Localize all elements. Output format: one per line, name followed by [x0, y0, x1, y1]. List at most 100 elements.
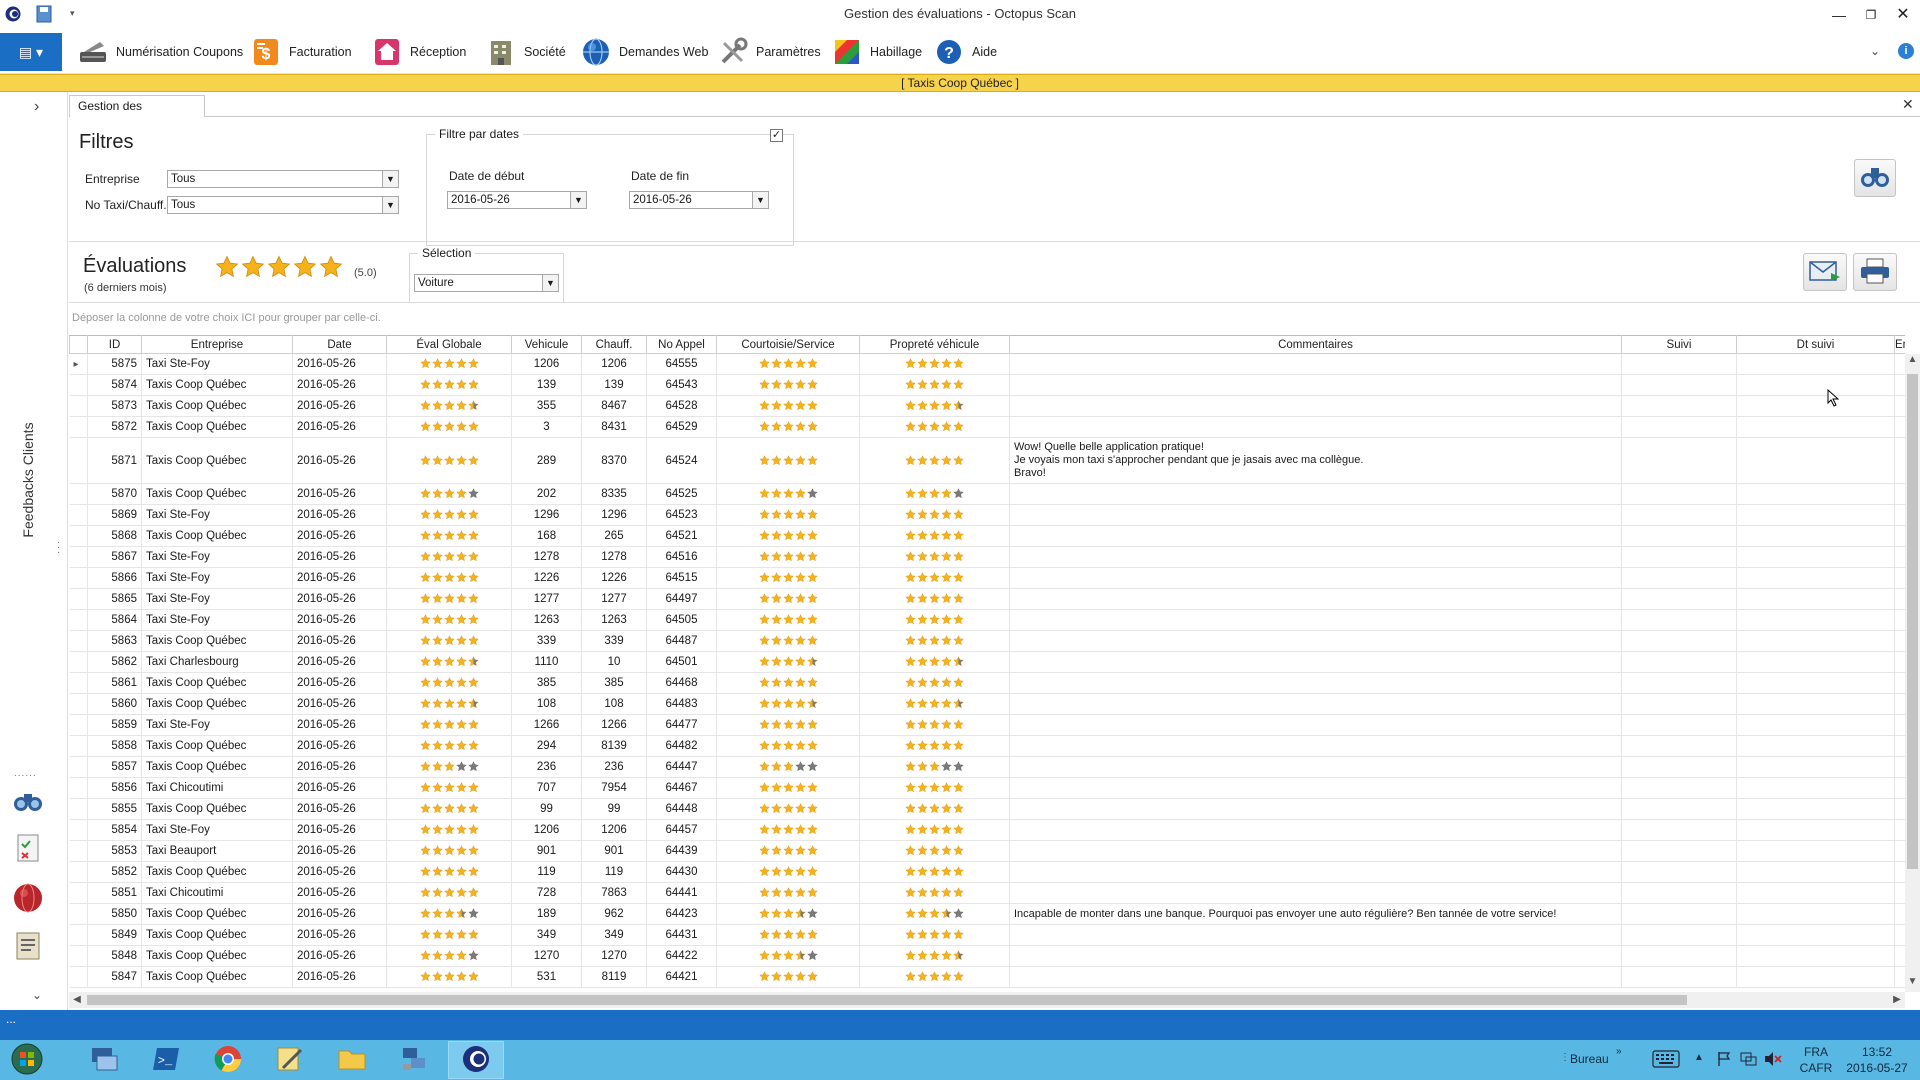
- column-header-no-appel[interactable]: No Appel: [646, 335, 717, 354]
- desktop-toolbar-label[interactable]: Bureau: [1570, 1052, 1609, 1080]
- table-row[interactable]: 5859 Taxi Ste-Foy 2016-05-26 1266 1266 64477: [69, 714, 1905, 736]
- splitter-grip-icon[interactable]: · · ·: [57, 538, 61, 558]
- horizontal-scrollbar[interactable]: ◀ ▶: [69, 992, 1905, 1008]
- column-header-date[interactable]: Date: [292, 335, 387, 354]
- start-button[interactable]: [8, 1042, 46, 1078]
- column-header-proprete[interactable]: Propreté véhicule: [859, 335, 1010, 354]
- column-header-commentaires[interactable]: Commentaires: [1009, 335, 1622, 354]
- table-row[interactable]: 5850 Taxis Coop Québec 2016-05-26 189 962 644…: [69, 903, 1905, 925]
- feedbacks-clients-tab[interactable]: Feedbacks Clients: [8, 392, 48, 602]
- table-row[interactable]: 5870 Taxis Coop Québec 2016-05-26 202 8335 64…: [69, 483, 1905, 505]
- calendar-dropdown-icon[interactable]: ▼: [570, 192, 586, 208]
- globe-red-icon[interactable]: [12, 882, 44, 914]
- scroll-left-arrow-icon[interactable]: ◀: [69, 992, 85, 1008]
- scroll-right-arrow-icon[interactable]: ▶: [1889, 992, 1905, 1008]
- column-header-entreprise[interactable]: Entreprise: [141, 335, 293, 354]
- collapse-ribbon-icon[interactable]: ⌄: [1870, 44, 1880, 58]
- table-row[interactable]: 5866 Taxi Ste-Foy 2016-05-26 1226 1226 64515: [69, 567, 1905, 589]
- language-indicator[interactable]: FRA CAFR: [1798, 1044, 1834, 1080]
- column-header-suivi[interactable]: Suivi: [1621, 335, 1737, 354]
- tab-gestion-evaluations[interactable]: Gestion des évaluations: [69, 95, 205, 133]
- table-row[interactable]: 5864 Taxi Ste-Foy 2016-05-26 1263 1263 64505: [69, 609, 1905, 631]
- column-header-chauff[interactable]: Chauff.: [581, 335, 647, 354]
- menu-habillage[interactable]: Habillage: [832, 34, 922, 70]
- binoculars-icon[interactable]: [12, 784, 44, 816]
- scroll-down-arrow-icon[interactable]: ▼: [1905, 976, 1920, 992]
- volume-muted-icon[interactable]: [1764, 1051, 1782, 1080]
- chevron-down-icon[interactable]: ▼: [542, 275, 558, 291]
- close-tab-icon[interactable]: ✕: [1902, 96, 1914, 113]
- date-start-picker[interactable]: 2016-05-26 ▼: [447, 191, 587, 209]
- flag-icon[interactable]: [1716, 1051, 1732, 1080]
- checklist-icon[interactable]: [12, 832, 44, 864]
- table-row[interactable]: 5873 Taxis Coop Québec 2016-05-26 355 8467 64…: [69, 395, 1905, 417]
- print-button[interactable]: [1853, 253, 1897, 291]
- taskbar-powershell[interactable]: >_: [138, 1041, 194, 1079]
- table-row[interactable]: 5875Taxi Ste-Foy2016-05-261206120664555: [69, 353, 1905, 375]
- menu-societe[interactable]: Société: [486, 34, 566, 70]
- table-row[interactable]: 5861 Taxis Coop Québec 2016-05-26 385 385 644…: [69, 672, 1905, 694]
- scroll-down-icon[interactable]: ⌄: [32, 988, 42, 1002]
- column-header-courtoisie[interactable]: Courtoisie/Service: [716, 335, 860, 354]
- menu-aide[interactable]: ? Aide: [934, 34, 997, 70]
- report-icon[interactable]: [12, 930, 44, 962]
- search-button[interactable]: [1854, 159, 1896, 197]
- menu-numerisation-coupons[interactable]: Numérisation Coupons: [78, 34, 243, 70]
- taxi-select[interactable]: Tous ▼: [167, 196, 399, 214]
- taskbar-remote-desktop[interactable]: [76, 1041, 132, 1079]
- column-header-eml[interactable]: Eml E: [1894, 335, 1905, 354]
- table-row[interactable]: 5849 Taxis Coop Québec 2016-05-26 349 349 644…: [69, 924, 1905, 946]
- email-export-button[interactable]: [1803, 253, 1847, 291]
- tray-expand-icon[interactable]: ▲: [1694, 1052, 1704, 1080]
- toolbar-grip-icon[interactable]: ⋮: [1560, 1040, 1570, 1080]
- table-row[interactable]: 5847 Taxis Coop Québec 2016-05-26 531 8119 64…: [69, 966, 1905, 988]
- table-row[interactable]: 5853 Taxi Beauport 2016-05-26 901 901 64439: [69, 840, 1905, 862]
- taskbar-chrome[interactable]: [200, 1041, 256, 1079]
- entreprise-select[interactable]: Tous ▼: [167, 170, 399, 188]
- table-row[interactable]: 5869 Taxi Ste-Foy 2016-05-26 1296 1296 64523: [69, 504, 1905, 526]
- table-row[interactable]: 5860 Taxis Coop Québec 2016-05-26 108 108 644…: [69, 693, 1905, 715]
- vertical-scrollbar[interactable]: ▲ ▼: [1905, 354, 1920, 992]
- taskbar-file-explorer[interactable]: [324, 1041, 380, 1079]
- menu-reception[interactable]: Réception: [372, 34, 466, 70]
- scroll-thumb[interactable]: [87, 995, 1687, 1005]
- column-header-dt-suivi[interactable]: Dt suivi: [1736, 335, 1895, 354]
- table-row[interactable]: 5874 Taxis Coop Québec 2016-05-26 139 139 645…: [69, 374, 1905, 396]
- info-icon[interactable]: i: [1898, 43, 1914, 59]
- table-row[interactable]: 5852 Taxis Coop Québec 2016-05-26 119 119 644…: [69, 861, 1905, 883]
- column-header-id[interactable]: ID: [87, 335, 142, 354]
- column-header-vehicule[interactable]: Vehicule: [511, 335, 582, 354]
- table-row[interactable]: 5856 Taxi Chicoutimi 2016-05-26 707 7954 6446…: [69, 777, 1905, 799]
- table-row[interactable]: 5855 Taxis Coop Québec 2016-05-26 99 99 64448: [69, 798, 1905, 820]
- table-row[interactable]: 5862 Taxi Charlesbourg 2016-05-26 1110 10 645…: [69, 651, 1905, 673]
- restore-button[interactable]: ❐: [1856, 4, 1886, 26]
- table-row[interactable]: 5858 Taxis Coop Québec 2016-05-26 294 8139 64…: [69, 735, 1905, 757]
- table-row[interactable]: 5851 Taxi Chicoutimi 2016-05-26 728 7863 6444…: [69, 882, 1905, 904]
- minimize-button[interactable]: —: [1824, 4, 1854, 26]
- table-row[interactable]: 5848 Taxis Coop Québec 2016-05-26 1270 1270 6…: [69, 945, 1905, 967]
- network-tray-icon[interactable]: [1740, 1051, 1758, 1080]
- table-row[interactable]: 5872 Taxis Coop Québec 2016-05-26 3 8431 6452…: [69, 416, 1905, 438]
- taskbar-octopus-scan[interactable]: [448, 1041, 504, 1079]
- menu-demandes-web[interactable]: Demandes Web: [581, 34, 708, 70]
- table-row[interactable]: 5865 Taxi Ste-Foy 2016-05-26 1277 1277 64497: [69, 588, 1905, 610]
- toolbar-expand-icon[interactable]: »: [1616, 1046, 1622, 1080]
- table-row[interactable]: 5867 Taxi Ste-Foy 2016-05-26 1278 1278 64516: [69, 546, 1905, 568]
- menu-parametres[interactable]: Paramètres: [718, 34, 821, 70]
- table-row[interactable]: 5857 Taxis Coop Québec 2016-05-26 236 236 644…: [69, 756, 1905, 778]
- taskbar-tools[interactable]: [262, 1041, 318, 1079]
- taskbar-network[interactable]: [386, 1041, 442, 1079]
- expand-panel-icon[interactable]: ›: [34, 98, 39, 116]
- table-row[interactable]: 5863 Taxis Coop Québec 2016-05-26 339 339 644…: [69, 630, 1905, 652]
- menu-facturation[interactable]: $ Facturation: [251, 34, 352, 70]
- date-filter-checkbox[interactable]: ✓: [770, 129, 783, 142]
- table-row[interactable]: 5871 Taxis Coop Québec 2016-05-26 289 8370 64…: [69, 437, 1905, 484]
- column-header-eval-globale[interactable]: Éval Globale: [386, 335, 512, 354]
- close-window-button[interactable]: ✕: [1888, 4, 1918, 26]
- table-row[interactable]: 5868 Taxis Coop Québec 2016-05-26 168 265 645…: [69, 525, 1905, 547]
- app-menu-button[interactable]: ▤ ▾: [0, 33, 62, 71]
- date-end-picker[interactable]: 2016-05-26 ▼: [629, 191, 769, 209]
- scroll-thumb[interactable]: [1907, 374, 1918, 869]
- selection-select[interactable]: Voiture ▼: [414, 274, 559, 292]
- scroll-up-arrow-icon[interactable]: ▲: [1905, 354, 1920, 370]
